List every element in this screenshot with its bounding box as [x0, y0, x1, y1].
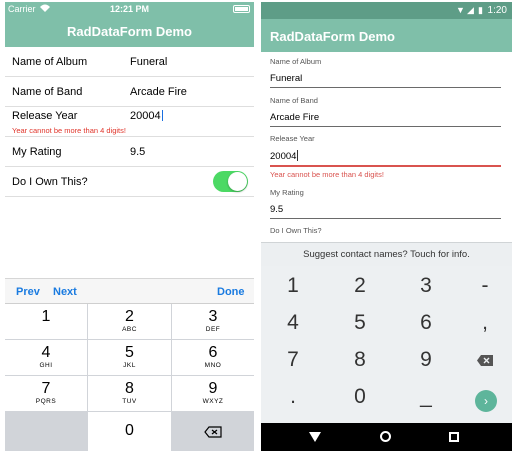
- key-3[interactable]: 3 DEF: [172, 304, 254, 339]
- band-input[interactable]: Arcade Fire: [270, 112, 501, 127]
- key-8[interactable]: 8: [335, 345, 385, 375]
- rating-input[interactable]: 9.5: [270, 204, 501, 219]
- field-label: Name of Album: [12, 56, 88, 68]
- key-2[interactable]: 2: [335, 271, 385, 301]
- backspace-icon: [477, 355, 493, 366]
- recents-icon[interactable]: [449, 432, 459, 442]
- key-underscore[interactable]: _: [401, 382, 451, 412]
- band-label: Name of Band: [270, 96, 318, 105]
- key-period[interactable]: .: [268, 382, 318, 412]
- field-release-year[interactable]: Release Year 20004 Year cannot be more t…: [5, 107, 254, 137]
- release-year-value: 20004: [130, 110, 161, 122]
- keyboard-toolbar: Prev Next Done: [5, 278, 254, 304]
- next-button[interactable]: ›: [475, 390, 497, 412]
- delete-key[interactable]: [460, 345, 510, 375]
- numeric-keypad: 1 2 3 - 4 5 6 , 7 8 9 . 0 _ ›: [261, 266, 512, 423]
- release-year-input[interactable]: 20004: [130, 110, 163, 122]
- band-input[interactable]: Arcade Fire: [130, 86, 187, 98]
- key-0[interactable]: 0: [335, 382, 385, 412]
- key-8[interactable]: 8 TUV: [88, 376, 171, 411]
- key-comma[interactable]: ,: [460, 308, 510, 338]
- field-label: Release Year: [12, 110, 78, 122]
- done-button[interactable]: Done: [217, 286, 245, 298]
- rating-input[interactable]: 9.5: [130, 146, 145, 158]
- field-label: Name of Band: [12, 86, 83, 98]
- key-0[interactable]: 0: [88, 412, 171, 451]
- album-input[interactable]: Funeral: [270, 73, 501, 88]
- back-icon[interactable]: [309, 432, 321, 442]
- text-caret: [297, 150, 299, 161]
- arrow-right-icon: ›: [484, 394, 488, 408]
- field-own: Do I Own This?: [5, 167, 254, 197]
- key-3[interactable]: 3: [401, 271, 451, 301]
- rating-label: My Rating: [270, 188, 304, 197]
- own-label: Do I Own This?: [270, 226, 322, 235]
- field-rating[interactable]: My Rating 9.5: [5, 137, 254, 167]
- field-band[interactable]: Name of Band Arcade Fire: [5, 77, 254, 107]
- text-caret: [161, 110, 163, 121]
- android-nav-bar: [261, 423, 512, 451]
- key-1[interactable]: 1: [5, 304, 87, 339]
- next-button[interactable]: Next: [53, 286, 77, 298]
- album-label: Name of Album: [270, 57, 322, 66]
- validation-error: Year cannot be more than 4 digits!: [270, 170, 384, 179]
- key-6[interactable]: 6: [401, 308, 451, 338]
- field-album[interactable]: Name of Album Funeral: [5, 47, 254, 77]
- signal-icon: ◢: [467, 5, 474, 15]
- ios-status-bar: Carrier 12:21 PM: [5, 2, 254, 17]
- ios-screen: Carrier 12:21 PM RadDataForm Demo Name o…: [5, 2, 254, 451]
- android-screen: ▼ ◢ ▮ 1:20 RadDataForm Demo Name of Albu…: [261, 2, 512, 451]
- key-7[interactable]: 7: [268, 345, 318, 375]
- album-input[interactable]: Funeral: [130, 56, 167, 68]
- validation-error: Year cannot be more than 4 digits!: [12, 126, 126, 135]
- key-minus[interactable]: -: [460, 271, 510, 301]
- key-4[interactable]: 4: [268, 308, 318, 338]
- battery-icon: ▮: [478, 5, 483, 15]
- delete-key[interactable]: [172, 412, 254, 451]
- android-status-bar: ▼ ◢ ▮ 1:20: [261, 2, 512, 19]
- key-4[interactable]: 4 GHI: [5, 340, 87, 375]
- wifi-icon: ▼: [456, 5, 465, 15]
- release-year-label: Release Year: [270, 134, 315, 143]
- home-icon[interactable]: [380, 431, 391, 442]
- key-9[interactable]: 9 WXYZ: [172, 376, 254, 411]
- key-9[interactable]: 9: [401, 345, 451, 375]
- own-toggle[interactable]: [213, 171, 248, 192]
- release-year-value: 20004: [270, 151, 297, 162]
- key-blank: [5, 412, 87, 451]
- status-time: 1:20: [487, 5, 507, 16]
- field-label: Do I Own This?: [12, 176, 88, 188]
- toggle-knob: [228, 172, 247, 191]
- battery-icon: [233, 5, 250, 13]
- status-time: 12:21 PM: [109, 4, 150, 14]
- key-2[interactable]: 2 ABC: [88, 304, 171, 339]
- key-1[interactable]: 1: [268, 271, 318, 301]
- page-title: RadDataForm Demo: [261, 19, 512, 52]
- numeric-keypad: 1 2 ABC 3 DEF 4 GHI 5 JKL 6 MNO 7 PQRS 8 TUV 9W…: [5, 304, 254, 451]
- page-title: RadDataForm Demo: [5, 17, 254, 47]
- backspace-icon: [204, 426, 222, 438]
- release-year-input[interactable]: 20004: [270, 150, 501, 167]
- field-label: My Rating: [12, 146, 62, 158]
- keyboard-suggestion[interactable]: Suggest contact names? Touch for info.: [261, 242, 512, 266]
- key-6[interactable]: 6 MNO: [172, 340, 254, 375]
- prev-button[interactable]: Prev: [16, 286, 40, 298]
- key-7[interactable]: 7 PQRS: [5, 376, 87, 411]
- key-5[interactable]: 5 JKL: [88, 340, 171, 375]
- key-5[interactable]: 5: [335, 308, 385, 338]
